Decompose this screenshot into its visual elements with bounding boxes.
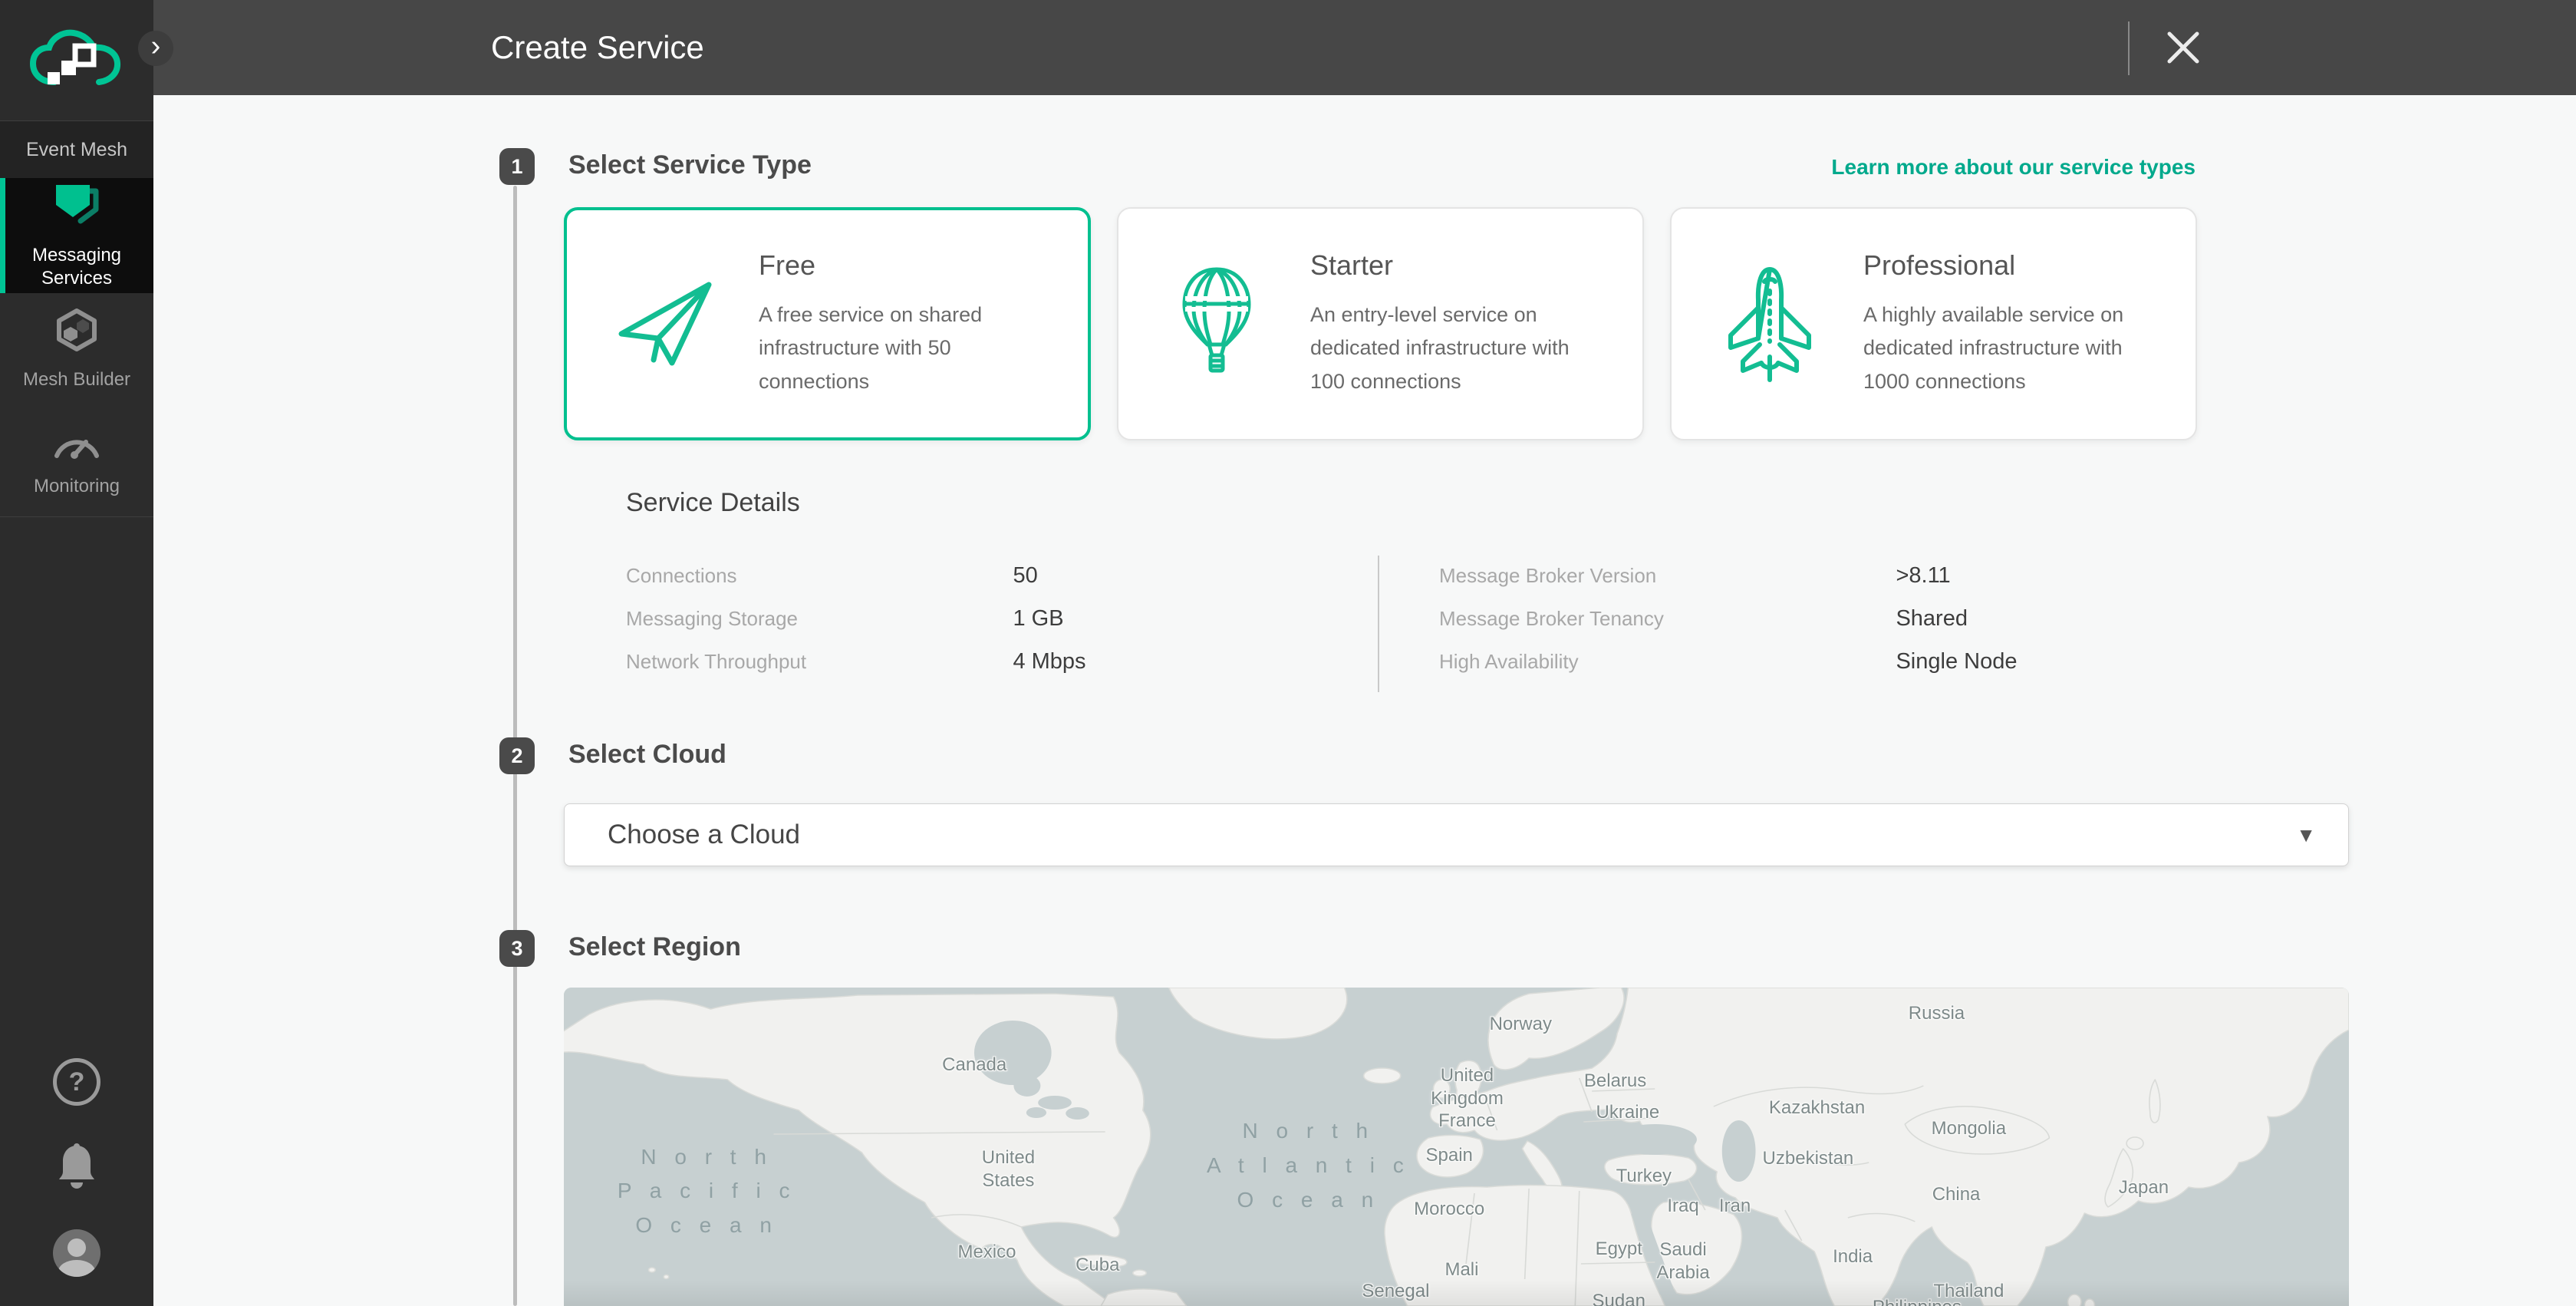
user-avatar-icon[interactable]	[53, 1229, 100, 1277]
header-divider	[2128, 21, 2130, 75]
detail-value: Shared	[1896, 606, 1968, 631]
create-service-page: Event Mesh Messaging Services Mesh Build…	[0, 0, 2576, 1306]
dropdown-arrow-icon: ▼	[2296, 823, 2316, 847]
details-divider	[1378, 556, 1379, 692]
step-1-badge: 1	[499, 148, 535, 185]
card-description: An entry-level service on dedicated infr…	[1310, 298, 1606, 398]
step-2-title: Select Cloud	[568, 740, 726, 770]
sidebar-expand-button[interactable]: ›	[138, 31, 173, 66]
step-3-title: Select Region	[568, 932, 741, 962]
hexagon-mesh-icon	[53, 308, 100, 358]
card-description: A highly available service on dedicated …	[1863, 298, 2159, 398]
service-type-card-professional[interactable]: Professional A highly available service …	[1670, 207, 2197, 440]
sidebar-item-event-mesh[interactable]: Event Mesh	[0, 121, 153, 178]
detail-label: Connections	[626, 564, 1010, 588]
service-details-title: Service Details	[626, 488, 800, 518]
page-title: Create Service	[491, 0, 704, 95]
card-title: Starter	[1310, 249, 1606, 282]
hot-air-balloon-icon	[1163, 266, 1270, 381]
cloud-select-value: Choose a Cloud	[608, 820, 2296, 850]
detail-value: 4 Mbps	[1013, 649, 1085, 674]
detail-label: High Availability	[1439, 650, 1892, 674]
sidebar: Event Mesh Messaging Services Mesh Build…	[0, 0, 153, 1306]
detail-label: Messaging Storage	[626, 607, 1010, 631]
sidebar-item-mesh-builder[interactable]: Mesh Builder	[0, 293, 153, 405]
step-3-badge: 3	[499, 930, 535, 967]
app-logo[interactable]	[0, 0, 153, 121]
cloud-select-dropdown[interactable]: Choose a Cloud ▼	[564, 803, 2349, 866]
chevron-right-icon: ›	[151, 31, 161, 61]
card-description: A free service on shared infrastructure …	[759, 298, 1051, 398]
step-2-badge: 2	[499, 737, 535, 774]
world-map-graphic	[564, 988, 2349, 1306]
paper-plane-icon	[611, 279, 719, 369]
sidebar-item-label: Mesh Builder	[17, 368, 137, 391]
close-icon[interactable]	[2163, 28, 2203, 68]
create-service-form: 1 Select Service Type Learn more about o…	[153, 95, 2576, 1306]
detail-label: Message Broker Version	[1439, 564, 1892, 588]
sidebar-item-messaging-services[interactable]: Messaging Services	[0, 178, 153, 293]
service-type-card-free[interactable]: Free A free service on shared infrastruc…	[564, 207, 1091, 440]
card-title: Free	[759, 249, 1051, 282]
detail-value: 50	[1013, 563, 1037, 588]
sidebar-item-monitoring[interactable]: Monitoring	[0, 405, 153, 517]
region-map[interactable]: N o r t h P a c i f i c O c e a n N o r …	[564, 988, 2349, 1306]
detail-label: Network Throughput	[626, 650, 1010, 674]
help-icon[interactable]: ?	[53, 1058, 100, 1106]
detail-value: >8.11	[1896, 563, 1950, 588]
service-type-cards: Free A free service on shared infrastruc…	[564, 207, 2349, 440]
dialog-header: Create Service	[153, 0, 2576, 95]
learn-more-link[interactable]: Learn more about our service types	[1831, 155, 2196, 180]
shield-icon	[53, 182, 100, 233]
detail-value: Single Node	[1896, 649, 2017, 674]
airplane-icon	[1716, 265, 1823, 383]
detail-label: Message Broker Tenancy	[1439, 607, 1892, 631]
gauge-icon	[52, 424, 101, 464]
sidebar-item-label: Event Mesh	[26, 139, 127, 161]
solace-cloud-logo-icon	[30, 28, 124, 93]
card-title: Professional	[1863, 249, 2159, 282]
sidebar-item-label: Monitoring	[28, 475, 126, 497]
detail-value: 1 GB	[1013, 606, 1063, 631]
sidebar-item-label: Messaging Services	[0, 244, 153, 289]
service-type-card-starter[interactable]: Starter An entry-level service on dedica…	[1117, 207, 1644, 440]
bell-icon[interactable]	[55, 1143, 98, 1192]
sidebar-footer: ?	[0, 1058, 153, 1277]
step-1-title: Select Service Type	[568, 150, 812, 180]
